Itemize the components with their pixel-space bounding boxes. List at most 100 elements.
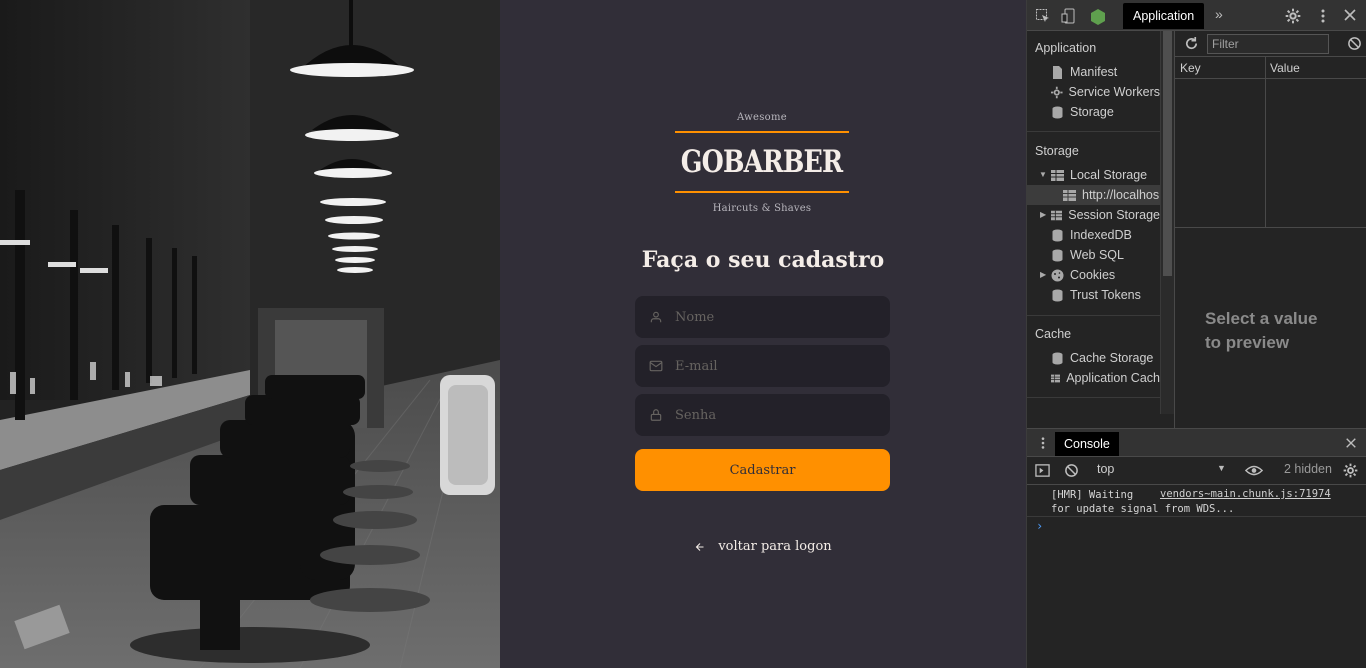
password-input[interactable] bbox=[675, 407, 875, 423]
sidebar-item-label: Local Storage bbox=[1070, 168, 1148, 182]
logo-bottom-text: Haircuts & Shaves bbox=[712, 203, 812, 214]
sidebar-item-service-workers[interactable]: Service Workers bbox=[1027, 82, 1160, 102]
more-tabs-icon[interactable]: » bbox=[1215, 6, 1223, 22]
key-value-table: Key Value bbox=[1175, 57, 1366, 228]
clear-console-icon[interactable] bbox=[1064, 463, 1079, 478]
eye-icon[interactable] bbox=[1245, 464, 1263, 477]
devtools-panel: Application » Application Manifest Servi… bbox=[1026, 0, 1366, 668]
gear-icon[interactable] bbox=[1343, 463, 1358, 478]
gear-icon[interactable] bbox=[1285, 8, 1301, 24]
device-toolbar-icon[interactable] bbox=[1061, 8, 1077, 24]
sidebar-item-label: Trust Tokens bbox=[1070, 288, 1141, 302]
database-icon bbox=[1052, 229, 1063, 241]
preview-text-line: to preview bbox=[1205, 333, 1290, 352]
cookie-icon bbox=[1051, 269, 1064, 281]
sidebar-item-label: Application Cach bbox=[1066, 371, 1160, 385]
database-icon bbox=[1052, 249, 1063, 261]
divider bbox=[1027, 315, 1160, 316]
sidebar-header-storage: Storage bbox=[1035, 144, 1079, 158]
filter-toolbar bbox=[1175, 31, 1366, 57]
database-icon bbox=[1052, 289, 1063, 301]
table-icon bbox=[1051, 210, 1063, 220]
log-source-link[interactable]: vendors~main.chunk.js:71974 bbox=[1160, 488, 1331, 500]
table-header: Key Value bbox=[1175, 57, 1366, 79]
sidebar-item-label: Storage bbox=[1070, 105, 1114, 119]
sidebar-item-label: Manifest bbox=[1070, 65, 1118, 79]
storage-view: Key Value Select a value to preview bbox=[1174, 31, 1366, 428]
logo-top-text: Awesome bbox=[737, 112, 787, 123]
close-icon[interactable] bbox=[1345, 437, 1357, 449]
kebab-menu-icon[interactable] bbox=[1315, 8, 1331, 24]
sidebar-item-label: Service Workers bbox=[1068, 85, 1160, 99]
column-header-key[interactable]: Key bbox=[1175, 57, 1265, 78]
name-input[interactable] bbox=[675, 309, 875, 325]
nodejs-icon[interactable] bbox=[1089, 8, 1107, 26]
column-header-value[interactable]: Value bbox=[1265, 57, 1305, 78]
tab-application[interactable]: Application bbox=[1123, 3, 1205, 29]
console-prompt[interactable]: › bbox=[1036, 519, 1043, 533]
column-divider bbox=[1265, 57, 1266, 228]
console-log-entry: [HMR] Waiting for update signal from WDS… bbox=[1027, 485, 1366, 517]
file-icon bbox=[1053, 65, 1062, 79]
password-field[interactable] bbox=[635, 394, 890, 436]
sidebar-item-label: http://localhos bbox=[1082, 188, 1160, 202]
barbershop-photo bbox=[0, 0, 500, 668]
signup-panel: Awesome GOBARBER Haircuts & Shaves Faça … bbox=[500, 0, 1026, 668]
sidebar-item-web-sql[interactable]: Web SQL bbox=[1027, 245, 1160, 265]
chevron-down-icon[interactable]: ▼ bbox=[1217, 463, 1226, 473]
collapsed-triangle-icon[interactable]: ▶ bbox=[1040, 270, 1046, 279]
email-field[interactable] bbox=[635, 345, 890, 387]
sidebar-item-label: Cache Storage bbox=[1070, 351, 1154, 365]
sidebar-item-indexeddb[interactable]: IndexedDB bbox=[1027, 225, 1160, 245]
lock-icon bbox=[650, 409, 662, 421]
divider bbox=[1027, 397, 1160, 398]
sidebar-header-cache: Cache bbox=[1035, 327, 1072, 341]
inspect-element-icon[interactable] bbox=[1035, 8, 1051, 24]
table-icon bbox=[1051, 374, 1061, 382]
hidden-messages-count[interactable]: 2 hidden bbox=[1284, 462, 1332, 476]
name-field[interactable] bbox=[635, 296, 890, 338]
sidebar-scrollbar-thumb[interactable] bbox=[1163, 31, 1172, 276]
divider bbox=[1027, 131, 1160, 132]
logo-wordmark-row: GOBARBER bbox=[675, 133, 849, 191]
sidebar-item-storage[interactable]: Storage bbox=[1027, 102, 1160, 122]
logo-divider bbox=[675, 191, 849, 193]
table-icon bbox=[1051, 169, 1064, 181]
sidebar-item-local-storage[interactable]: ▼ Local Storage bbox=[1027, 165, 1160, 185]
email-input[interactable] bbox=[675, 358, 875, 374]
sidebar-item-session-storage[interactable]: ▶ Session Storage bbox=[1027, 205, 1160, 225]
signup-button[interactable]: Cadastrar bbox=[635, 449, 890, 491]
back-to-logon-link[interactable]: voltar para logon bbox=[500, 539, 1026, 554]
sidebar-item-cache-storage[interactable]: Cache Storage bbox=[1027, 348, 1160, 368]
tab-console[interactable]: Console bbox=[1055, 432, 1119, 456]
sidebar-item-label: IndexedDB bbox=[1070, 228, 1132, 242]
expanded-triangle-icon[interactable]: ▼ bbox=[1039, 170, 1047, 179]
sidebar-item-label: Web SQL bbox=[1070, 248, 1124, 262]
clear-all-icon[interactable] bbox=[1347, 36, 1362, 51]
console-toolbar: top ▼ 2 hidden bbox=[1027, 457, 1366, 485]
sidebar-item-cookies[interactable]: ▶ Cookies bbox=[1027, 265, 1160, 285]
sidebar-item-application-cache[interactable]: Application Cach bbox=[1027, 368, 1160, 388]
sidebar-item-manifest[interactable]: Manifest bbox=[1027, 62, 1160, 82]
page: Awesome GOBARBER Haircuts & Shaves Faça … bbox=[0, 0, 1366, 668]
sidebar-toggle-icon[interactable] bbox=[1035, 463, 1050, 478]
gobarber-logo: Awesome GOBARBER Haircuts & Shaves bbox=[675, 112, 849, 214]
database-icon bbox=[1052, 106, 1063, 118]
mail-icon bbox=[649, 360, 663, 372]
filter-input[interactable] bbox=[1207, 34, 1329, 54]
page-title: Faça o seu cadastro bbox=[641, 247, 885, 273]
context-selector[interactable]: top bbox=[1097, 462, 1114, 476]
database-icon bbox=[1052, 352, 1063, 364]
table-icon bbox=[1063, 189, 1076, 201]
user-icon bbox=[650, 311, 662, 323]
sidebar-item-trust-tokens[interactable]: Trust Tokens bbox=[1027, 285, 1160, 305]
close-icon[interactable] bbox=[1343, 8, 1357, 22]
collapsed-triangle-icon[interactable]: ▶ bbox=[1040, 210, 1046, 219]
devtools-toolbar: Application » bbox=[1027, 0, 1366, 31]
refresh-icon[interactable] bbox=[1184, 36, 1199, 51]
kebab-menu-icon[interactable] bbox=[1036, 436, 1050, 450]
sidebar-header-application: Application bbox=[1035, 41, 1097, 55]
application-sidebar: Application Manifest Service Workers Sto… bbox=[1027, 31, 1160, 414]
sidebar-item-localhost-origin[interactable]: http://localhos bbox=[1027, 185, 1160, 205]
value-preview-placeholder: Select a value to preview bbox=[1205, 307, 1317, 355]
